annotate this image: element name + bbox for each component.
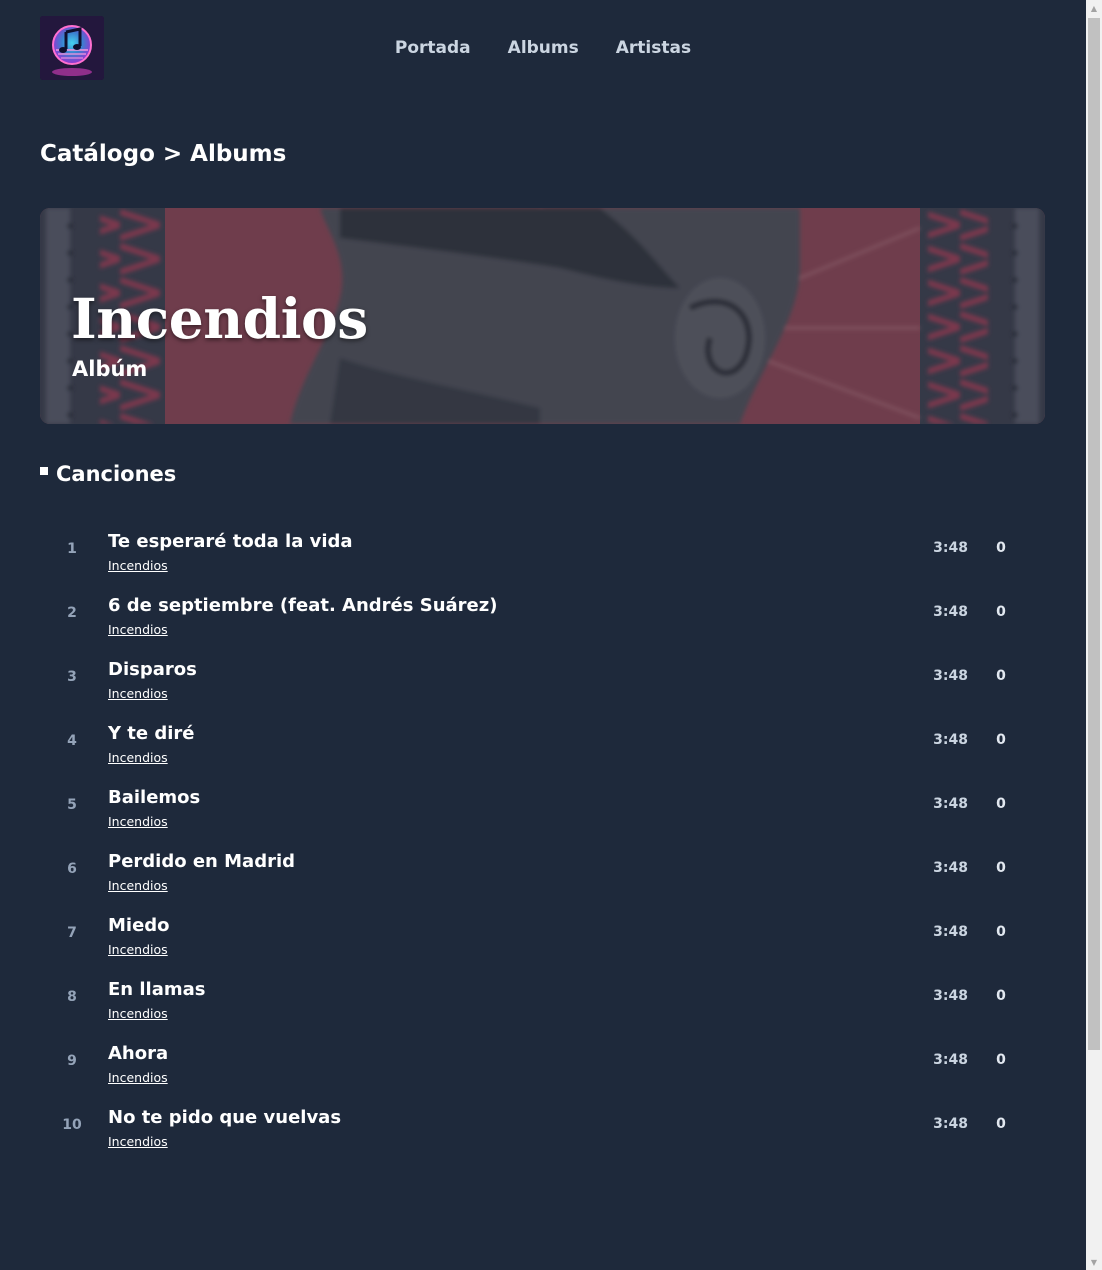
track-play-count: 0 <box>996 796 1006 812</box>
track-album-link[interactable]: Incendios <box>108 813 168 831</box>
track-number: 8 <box>67 989 77 1005</box>
track-play-count: 0 <box>996 924 1006 940</box>
track-row[interactable]: 7 Miedo Incendios 3:48 0 <box>40 912 1045 976</box>
track-album-link[interactable]: Incendios <box>108 749 168 767</box>
breadcrumb-current: Albums <box>190 141 287 167</box>
track-row[interactable]: 10 No te pido que vuelvas Incendios 3:48 0 <box>40 1104 1045 1168</box>
track-album-link[interactable]: Incendios <box>108 557 168 575</box>
track-play-count: 0 <box>996 988 1006 1004</box>
breadcrumb: Catálogo > Albums <box>40 139 286 169</box>
songs-heading-label: Canciones <box>56 462 177 486</box>
page: Portada Albums Artistas Catálogo > Albums <box>0 0 1086 1270</box>
track-album-link[interactable]: Incendios <box>108 1005 168 1023</box>
track-duration: 3:48 <box>933 1052 968 1068</box>
track-album-link[interactable]: Incendios <box>108 941 168 959</box>
track-play-count: 0 <box>996 860 1006 876</box>
track-list: 1 Te esperaré toda la vida Incendios 3:48 0 2… <box>40 528 1045 1168</box>
track-row[interactable]: 6 Perdido en Madrid Incendios 3:48 0 <box>40 848 1045 912</box>
nav-link-albums[interactable]: Albums <box>508 36 579 60</box>
album-title: Incendios <box>71 286 368 351</box>
track-album-link[interactable]: Incendios <box>108 877 168 895</box>
track-title[interactable]: Y te diré <box>108 722 195 746</box>
nav-link-artistas[interactable]: Artistas <box>616 36 691 60</box>
nav-link-portada[interactable]: Portada <box>395 36 471 60</box>
track-number: 4 <box>67 733 77 749</box>
track-duration: 3:48 <box>933 668 968 684</box>
track-title[interactable]: Perdido en Madrid <box>108 850 295 874</box>
breadcrumb-root[interactable]: Catálogo <box>40 141 155 167</box>
album-banner: Incendios Albúm <box>40 208 1045 424</box>
track-row[interactable]: 5 Bailemos Incendios 3:48 0 <box>40 784 1045 848</box>
track-duration: 3:48 <box>933 796 968 812</box>
track-play-count: 0 <box>996 1116 1006 1132</box>
square-bullet-icon <box>40 467 48 475</box>
track-duration: 3:48 <box>933 1116 968 1132</box>
scroll-thumb[interactable] <box>1088 18 1100 1050</box>
track-row[interactable]: 1 Te esperaré toda la vida Incendios 3:48 0 <box>40 528 1045 592</box>
track-title[interactable]: Disparos <box>108 658 197 682</box>
track-duration: 3:48 <box>933 924 968 940</box>
track-row[interactable]: 4 Y te diré Incendios 3:48 0 <box>40 720 1045 784</box>
track-title[interactable]: Bailemos <box>108 786 200 810</box>
scroll-up-arrow-icon[interactable]: ▲ <box>1086 0 1102 16</box>
track-number: 7 <box>67 925 77 941</box>
track-play-count: 0 <box>996 668 1006 684</box>
track-duration: 3:48 <box>933 988 968 1004</box>
track-number: 3 <box>67 669 77 685</box>
track-row[interactable]: 2 6 de septiembre (feat. Andrés Suárez) In… <box>40 592 1045 656</box>
track-duration: 3:48 <box>933 732 968 748</box>
songs-section-heading: Canciones <box>40 460 176 488</box>
track-play-count: 0 <box>996 1052 1006 1068</box>
track-number: 10 <box>62 1117 82 1133</box>
track-album-link[interactable]: Incendios <box>108 1133 168 1151</box>
track-title[interactable]: En llamas <box>108 978 205 1002</box>
track-number: 1 <box>67 541 77 557</box>
main-nav: Portada Albums Artistas <box>0 36 1086 60</box>
track-row[interactable]: 9 Ahora Incendios 3:48 0 <box>40 1040 1045 1104</box>
track-row[interactable]: 8 En llamas Incendios 3:48 0 <box>40 976 1045 1040</box>
vertical-scrollbar[interactable]: ▲ ▼ <box>1086 0 1102 1270</box>
track-play-count: 0 <box>996 540 1006 556</box>
track-play-count: 0 <box>996 604 1006 620</box>
track-album-link[interactable]: Incendios <box>108 685 168 703</box>
album-type-label: Albúm <box>72 357 148 381</box>
track-title[interactable]: Te esperaré toda la vida <box>108 530 353 554</box>
track-album-link[interactable]: Incendios <box>108 621 168 639</box>
track-number: 9 <box>67 1053 77 1069</box>
track-number: 2 <box>67 605 77 621</box>
track-number: 6 <box>67 861 77 877</box>
track-duration: 3:48 <box>933 540 968 556</box>
track-duration: 3:48 <box>933 604 968 620</box>
scroll-down-arrow-icon[interactable]: ▼ <box>1086 1254 1102 1270</box>
track-duration: 3:48 <box>933 860 968 876</box>
track-play-count: 0 <box>996 732 1006 748</box>
track-title[interactable]: Ahora <box>108 1042 168 1066</box>
track-title[interactable]: 6 de septiembre (feat. Andrés Suárez) <box>108 594 497 618</box>
track-title[interactable]: Miedo <box>108 914 170 938</box>
track-number: 5 <box>67 797 77 813</box>
track-row[interactable]: 3 Disparos Incendios 3:48 0 <box>40 656 1045 720</box>
track-title[interactable]: No te pido que vuelvas <box>108 1106 341 1130</box>
track-album-link[interactable]: Incendios <box>108 1069 168 1087</box>
breadcrumb-separator: > <box>162 141 183 167</box>
